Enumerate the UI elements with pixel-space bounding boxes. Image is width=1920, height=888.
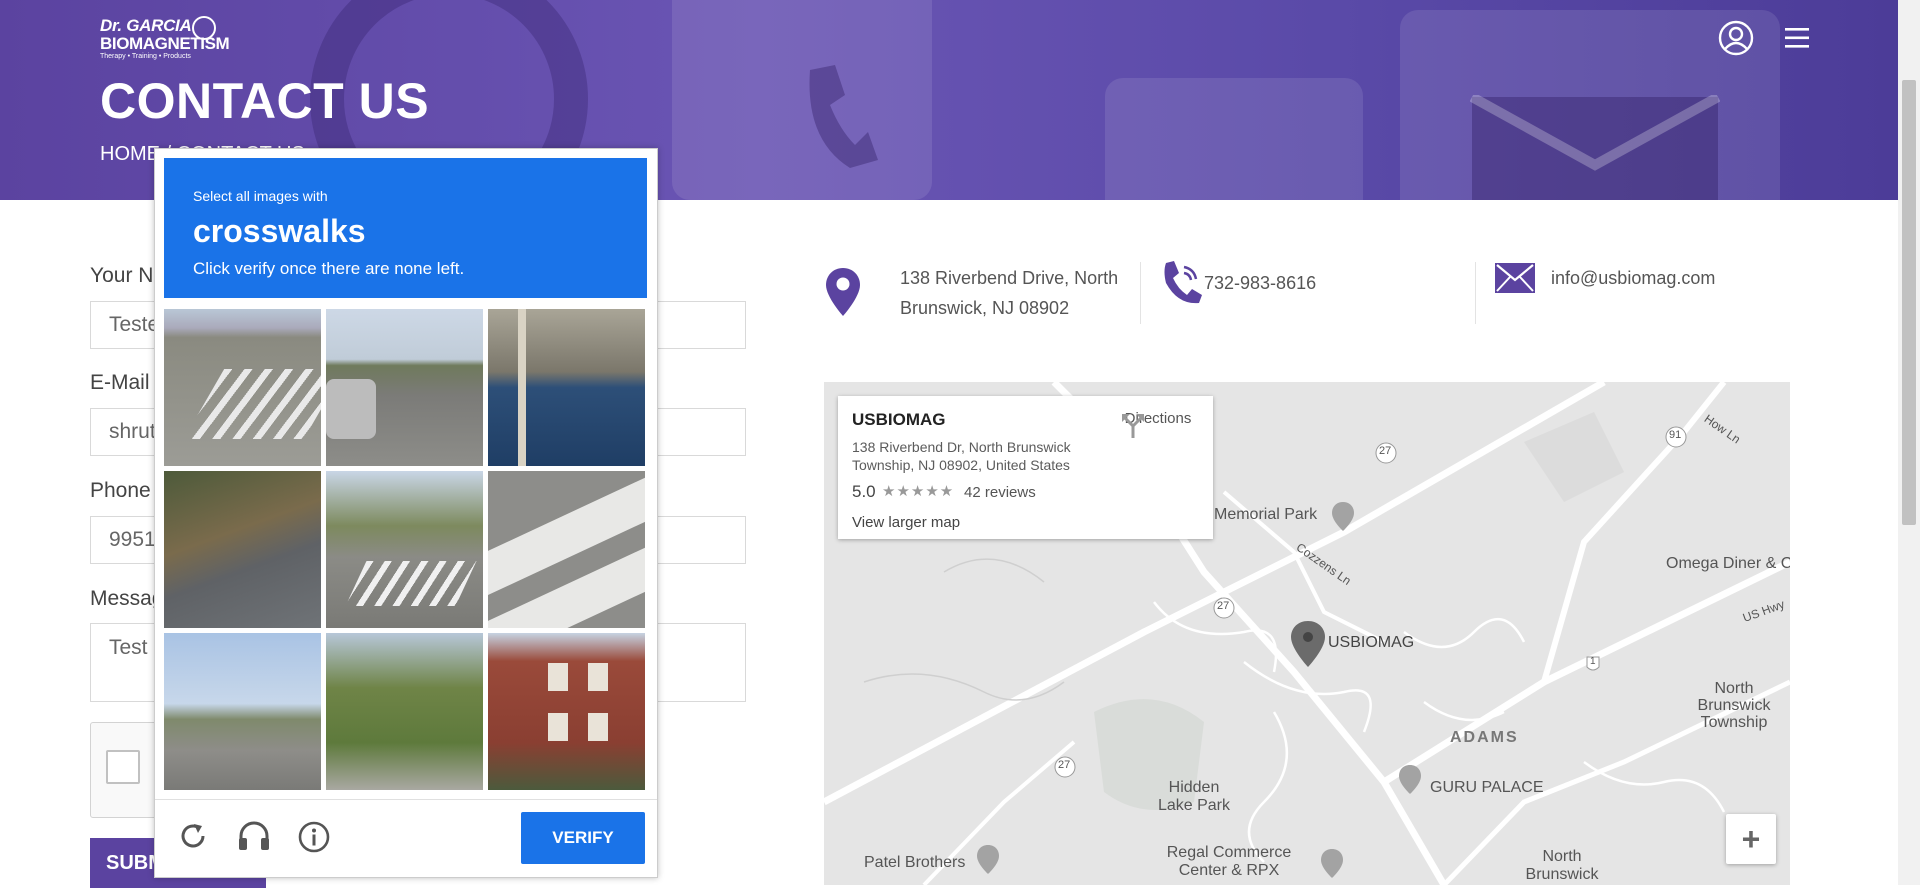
divider [1140, 262, 1141, 324]
email-address[interactable]: info@usbiomag.com [1551, 263, 1715, 293]
star-rating-icon: ★★★★★ [882, 483, 955, 500]
captcha-prompt-small: Select all images with [193, 188, 328, 204]
map-route-shield: 27 [1379, 445, 1392, 457]
site-logo[interactable]: Dr. GARCIA BIOMAGNETISM Therapy • Traini… [100, 16, 230, 60]
phone-decoration-icon [809, 65, 878, 168]
phone-label: Phone [90, 479, 151, 502]
scrollbar-thumb[interactable] [1902, 80, 1916, 525]
place-name: USBIOMAG [852, 410, 946, 429]
map-label-usbiomag: USBIOMAG [1328, 634, 1415, 651]
directions-icon [1122, 414, 1144, 438]
map-place-card: USBIOMAG 138 Riverbend Dr, North Brunswi… [838, 396, 1213, 539]
verify-button[interactable]: VERIFY [521, 812, 645, 864]
map-label-memorial-park: Memorial Park [1214, 506, 1318, 523]
captcha-tile-crosswalk-road-corner[interactable] [164, 309, 321, 466]
captcha-tile-highway-grass-shoulder[interactable] [164, 471, 321, 628]
map-label-patel-brothers: Patel Brothers [864, 854, 966, 871]
map-label-hidden-lake-park: Hidden Lake Park [1157, 779, 1231, 814]
address-line1: 138 Riverbend Drive, North [900, 268, 1119, 288]
page-title: CONTACT US [100, 73, 430, 129]
captcha-footer: VERIFY [155, 799, 657, 878]
map-route-shield: 91 [1669, 429, 1682, 441]
map-label-omega-diner: Omega Diner & Cafe [1666, 555, 1790, 572]
google-map[interactable]: 27 27 27 91 1 How Ln Memorial Park Cozze… [824, 382, 1790, 885]
info-icon[interactable] [297, 820, 331, 854]
reviews-link[interactable]: 42 reviews [964, 484, 1036, 501]
map-label-north-brunswick-township: North Brunswick Township [1697, 680, 1771, 731]
logo-swirl-icon [192, 16, 216, 40]
map-route-shield: 27 [1217, 600, 1230, 612]
recaptcha-checkbox[interactable] [106, 750, 140, 784]
location-pin-icon [826, 268, 860, 316]
captcha-tile-street-trees[interactable] [326, 633, 483, 790]
captcha-tile-highway-traffic[interactable] [164, 633, 321, 790]
captcha-tile-residential-street-cars[interactable] [326, 309, 483, 466]
phone-number[interactable]: 732-983-8616 [1204, 268, 1316, 298]
captcha-tile-brick-building-traffic-light[interactable] [488, 633, 645, 790]
captcha-tile-waterfront-stairs[interactable] [488, 309, 645, 466]
captcha-prompt-target: crosswalks [193, 213, 366, 249]
logo-tagline: Therapy • Training • Products [100, 53, 191, 60]
captcha-tile-crosswalk-closeup[interactable] [488, 471, 645, 628]
page-scrollbar[interactable] [1898, 0, 1920, 885]
phone-icon [1164, 261, 1202, 304]
recaptcha-challenge: Select all images with crosswalks Click … [154, 148, 658, 878]
envelope-decoration-icon [1470, 95, 1720, 200]
map-label-guru-palace: GURU PALACE [1430, 779, 1544, 796]
hamburger-menu-icon[interactable] [1785, 27, 1809, 49]
captcha-instruction: Click verify once there are none left. [193, 259, 465, 278]
audio-headphones-icon[interactable] [237, 820, 271, 852]
place-rating: 5.0 [852, 482, 876, 501]
map-zoom-in-button[interactable]: + [1726, 814, 1776, 864]
captcha-prompt: Select all images with crosswalks Click … [164, 158, 647, 298]
mobile-cube-decoration [1105, 78, 1363, 200]
email-label: E-Mail [90, 371, 150, 394]
map-route-shield: 27 [1058, 759, 1071, 771]
email-envelope-icon [1495, 263, 1535, 293]
map-label-adams: ADAMS [1450, 729, 1519, 746]
map-label-north-brunswick: North Brunswick [1525, 848, 1599, 883]
map-route-shield: 1 [1590, 656, 1596, 667]
place-address: 138 Riverbend Dr, North Brunswick Townsh… [852, 439, 1071, 473]
user-account-icon[interactable] [1718, 20, 1754, 56]
reload-icon[interactable] [177, 820, 209, 852]
map-label-regal-commerce: Regal Commerce Center & RPX [1166, 844, 1292, 879]
divider [1475, 262, 1476, 324]
address-line2: Brunswick, NJ 08902 [900, 298, 1070, 318]
captcha-tile-intersection-crosswalk[interactable] [326, 471, 483, 628]
directions-button[interactable]: Directions [1118, 410, 1198, 438]
view-larger-map-link[interactable]: View larger map [852, 514, 960, 531]
